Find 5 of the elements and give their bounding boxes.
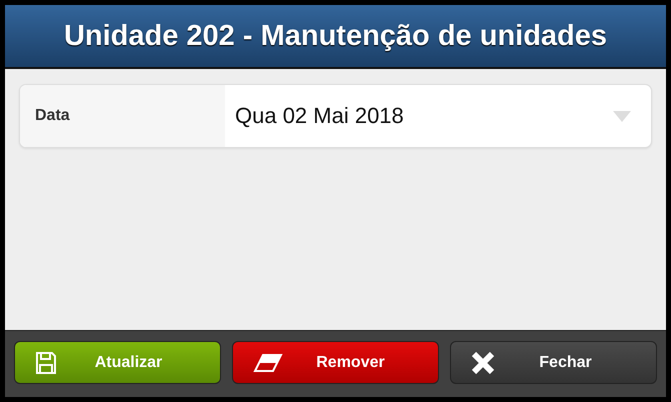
close-button[interactable]: Fechar [450,341,657,384]
close-icon [471,350,495,374]
window-title: Unidade 202 - Manutenção de unidades [5,5,666,69]
eraser-icon [253,352,283,372]
remove-button[interactable]: Remover [232,341,439,384]
